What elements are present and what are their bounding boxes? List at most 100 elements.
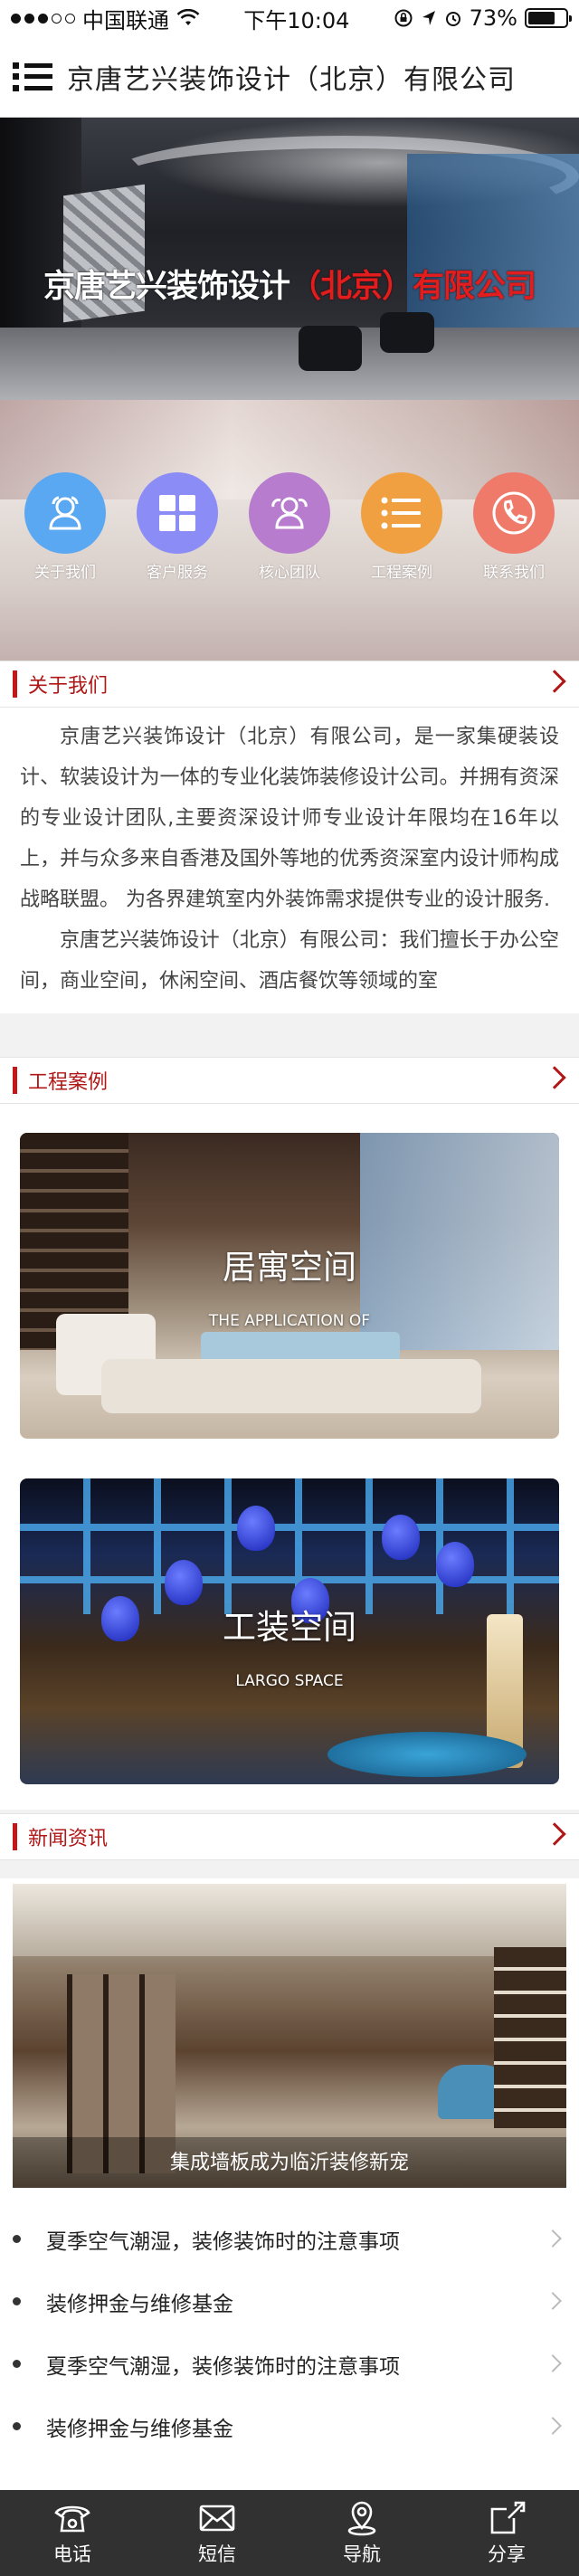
grid-icon bbox=[159, 495, 195, 531]
about-paragraph: 京唐艺兴装饰设计（北京）有限公司，是一家集硬装设计、软装设计为一体的专业化装饰装… bbox=[20, 726, 559, 911]
menu-icon[interactable] bbox=[13, 57, 52, 97]
rotation-lock-icon bbox=[394, 9, 413, 27]
chevron-right-icon bbox=[544, 2229, 562, 2248]
case-photo-lamp bbox=[436, 1542, 474, 1587]
news-photo-shelf bbox=[494, 1947, 566, 2128]
nav-circle bbox=[473, 472, 555, 554]
case-photo-ceiling-grid bbox=[20, 1478, 559, 1614]
nav-label: 关于我们 bbox=[34, 564, 96, 582]
nav-circle bbox=[137, 472, 218, 554]
icon-nav: 关于我们 客户服务 核心团队 工程案例 联系我们 bbox=[0, 400, 579, 661]
news-list-item[interactable]: 装修押金与维修基金 bbox=[0, 2270, 579, 2333]
battery-fill bbox=[527, 12, 555, 24]
status-left: 中国联通 bbox=[11, 3, 200, 34]
news-item-title: 装修押金与维修基金 bbox=[46, 2417, 233, 2441]
case-card-residential[interactable]: 居寓空间 THE APPLICATION OF bbox=[20, 1133, 559, 1439]
about-paragraph: 京唐艺兴装饰设计（北京）有限公司：我们擅长于办公空间，商业空间，休闲空间、酒店餐… bbox=[20, 929, 559, 993]
chevron-right-icon[interactable] bbox=[543, 1822, 566, 1846]
hero-caption: 京唐艺兴装饰设计（北京）有限公司 bbox=[0, 261, 579, 307]
phone-icon bbox=[492, 491, 536, 535]
case-card-commercial[interactable]: 工装空间 LARGO SPACE bbox=[20, 1478, 559, 1784]
chevron-right-icon[interactable] bbox=[543, 670, 566, 693]
bottom-item-label: 电话 bbox=[53, 2543, 91, 2565]
nav-item-service[interactable]: 客户服务 bbox=[137, 472, 218, 582]
bottom-item-sms[interactable]: 短信 bbox=[145, 2490, 290, 2576]
users-icon bbox=[49, 496, 81, 530]
news-item-title: 装修押金与维修基金 bbox=[46, 2292, 233, 2316]
news-photo-ceiling bbox=[13, 1884, 566, 1956]
section-header-cases[interactable]: 工程案例 bbox=[0, 1057, 579, 1104]
carrier-name: 中国联通 bbox=[82, 7, 169, 33]
case-title: 工装空间 bbox=[223, 1608, 356, 1647]
location-pin-icon bbox=[347, 2501, 376, 2535]
hero-photo-chair bbox=[380, 312, 434, 353]
nav-item-contact[interactable]: 联系我们 bbox=[473, 472, 555, 582]
news-featured-caption: 集成墙板成为临沂装修新宠 bbox=[169, 2152, 409, 2174]
app-header: 京唐艺兴装饰设计（北京）有限公司 bbox=[0, 36, 579, 118]
telephone-icon bbox=[54, 2505, 90, 2532]
nav-item-team[interactable]: 核心团队 bbox=[249, 472, 330, 582]
status-time: 下午10:04 bbox=[243, 7, 350, 33]
section-header-news[interactable]: 新闻资讯 bbox=[0, 1813, 579, 1860]
chevron-right-icon bbox=[544, 2292, 562, 2310]
section-accent-bar bbox=[13, 1823, 17, 1850]
news-list-item[interactable]: 夏季空气潮湿，装修装饰时的注意事项 bbox=[0, 2333, 579, 2395]
news-item-title: 夏季空气潮湿，装修装饰时的注意事项 bbox=[46, 2354, 400, 2379]
hero-photo-chair bbox=[299, 326, 362, 371]
nav-item-cases[interactable]: 工程案例 bbox=[361, 472, 442, 582]
case-photo-lamp bbox=[165, 1560, 203, 1605]
bottom-item-phone[interactable]: 电话 bbox=[0, 2490, 145, 2576]
section-title: 关于我们 bbox=[28, 675, 109, 698]
status-bar: 中国联通 下午10:04 73% bbox=[0, 0, 579, 36]
chevron-right-icon[interactable] bbox=[543, 1066, 566, 1089]
section-accent-bar bbox=[13, 670, 17, 698]
section-header-about[interactable]: 关于我们 bbox=[0, 661, 579, 708]
hero-banner[interactable]: 京唐艺兴装饰设计（北京）有限公司 bbox=[0, 118, 579, 400]
bottom-item-share[interactable]: 分享 bbox=[434, 2490, 579, 2576]
case-subtitle: THE APPLICATION OF bbox=[208, 1312, 371, 1330]
case-photo-pool bbox=[327, 1732, 527, 1777]
signal-strength-icon bbox=[11, 13, 75, 24]
bottom-item-navigation[interactable]: 导航 bbox=[290, 2490, 434, 2576]
bottom-toolbar: 电话 短信 导航 分享 bbox=[0, 2490, 579, 2576]
bottom-item-label: 短信 bbox=[198, 2543, 236, 2565]
nav-label: 核心团队 bbox=[259, 564, 320, 582]
team-icon bbox=[271, 497, 308, 529]
envelope-icon bbox=[199, 2505, 235, 2531]
nav-item-about[interactable]: 关于我们 bbox=[24, 472, 106, 582]
about-text: 京唐艺兴装饰设计（北京）有限公司，是一家集硬装设计、软装设计为一体的专业化装饰装… bbox=[0, 708, 579, 1013]
nav-circle bbox=[24, 472, 106, 554]
status-right: 73% bbox=[394, 5, 572, 31]
page-title: 京唐艺兴装饰设计（北京）有限公司 bbox=[67, 63, 516, 96]
news-item-title: 夏季空气潮湿，装修装饰时的注意事项 bbox=[46, 2229, 400, 2254]
nav-circle bbox=[361, 472, 442, 554]
nav-label: 联系我们 bbox=[483, 564, 545, 582]
case-photo-lamp bbox=[237, 1506, 275, 1551]
chevron-right-icon bbox=[544, 2354, 562, 2372]
chevron-right-icon bbox=[544, 2417, 562, 2435]
hero-caption-part: 有限公司 bbox=[413, 269, 536, 305]
list-icon bbox=[381, 497, 421, 529]
nav-label: 工程案例 bbox=[371, 564, 432, 582]
bullet-icon bbox=[13, 2235, 21, 2243]
news-list: 夏季空气潮湿，装修装饰时的注意事项 装修押金与维修基金 夏季空气潮湿，装修装饰时… bbox=[0, 2208, 579, 2457]
bullet-icon bbox=[13, 2297, 21, 2305]
wifi-icon bbox=[176, 9, 200, 25]
section-accent-bar bbox=[13, 1067, 17, 1094]
battery-percent: 73% bbox=[469, 5, 517, 31]
case-photo-sofa bbox=[101, 1359, 481, 1413]
hero-caption-part: （北京） bbox=[289, 269, 413, 305]
case-subtitle: LARGO SPACE bbox=[235, 1672, 344, 1690]
bottom-item-label: 分享 bbox=[488, 2543, 526, 2565]
news-list-item[interactable]: 装修押金与维修基金 bbox=[0, 2395, 579, 2457]
bullet-icon bbox=[13, 2422, 21, 2430]
alarm-icon bbox=[445, 12, 460, 26]
news-featured-image[interactable]: 集成墙板成为临沂装修新宠 bbox=[13, 1884, 566, 2188]
share-icon bbox=[490, 2501, 526, 2533]
nav-circle bbox=[249, 472, 330, 554]
nav-label: 客户服务 bbox=[147, 564, 208, 582]
section-title: 工程案例 bbox=[28, 1071, 109, 1094]
news-list-item[interactable]: 夏季空气潮湿，装修装饰时的注意事项 bbox=[0, 2208, 579, 2270]
hero-caption-part: 京唐艺兴装饰设计 bbox=[43, 269, 290, 305]
bottom-item-label: 导航 bbox=[343, 2543, 381, 2565]
